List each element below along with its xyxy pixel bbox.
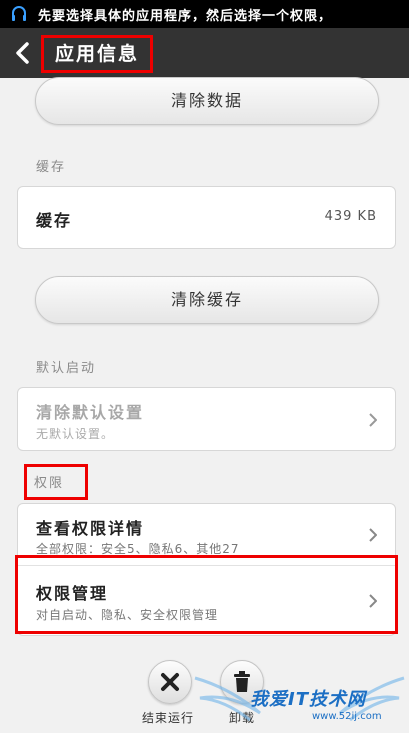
page-title: 应用信息 [41,35,153,73]
chevron-right-icon [369,528,377,542]
force-stop-label: 结束运行 [142,711,195,725]
highlight-box-permission-management [15,555,398,634]
watermark-text: 我爱IT技术网 [250,689,366,710]
headset-icon [12,6,26,21]
status-text: 先要选择具体的应用程序，然后选择一个权限， [38,9,333,24]
status-bar: 先要选择具体的应用程序，然后选择一个权限， [0,0,409,28]
cache-row-title: 缓存 [36,211,73,230]
clear-data-button[interactable]: 清除数据 [35,77,379,125]
back-arrow-icon[interactable] [14,41,32,65]
clear-defaults-row[interactable]: 清除默认设置 无默认设置。 [17,387,396,451]
permission-details-title: 查看权限详情 [36,519,145,538]
cache-row: 缓存 439 KB [17,186,396,249]
defaults-section-label: 默认启动 [36,361,97,376]
close-icon [161,673,179,691]
clear-defaults-subtitle: 无默认设置。 [36,427,115,441]
watermark-url: www.52ij.com [312,711,382,722]
title-bar: 应用信息 [0,28,409,78]
clear-defaults-title: 清除默认设置 [36,403,145,422]
cache-size-value: 439 KB [324,209,377,224]
chevron-right-icon [369,413,377,427]
cache-section-label: 缓存 [36,160,67,175]
clear-cache-button[interactable]: 清除缓存 [35,276,379,324]
force-stop-button[interactable] [148,660,192,704]
highlight-box-permissions [24,464,88,500]
